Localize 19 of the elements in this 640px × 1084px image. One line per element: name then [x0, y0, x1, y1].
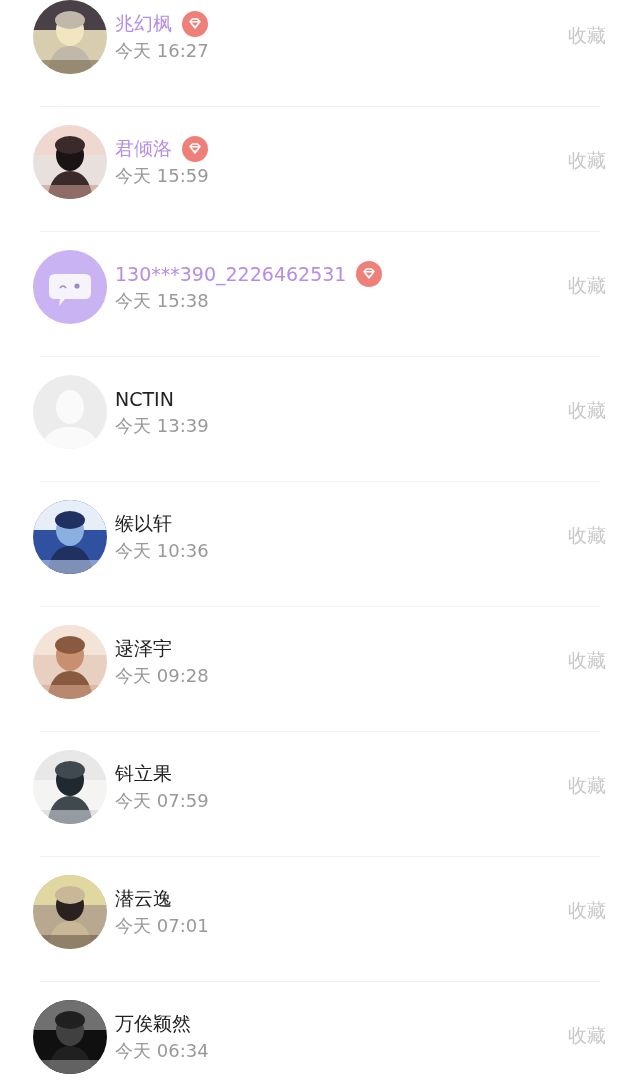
- visit-time: 今天 07:01: [115, 914, 210, 938]
- user-name: NCTIN: [115, 388, 174, 410]
- user-name: 君倾洛: [115, 136, 172, 161]
- user-name: 兆幻枫: [115, 11, 172, 36]
- visit-time: 今天 15:59: [115, 164, 210, 188]
- user-name: 潜云逸: [115, 886, 172, 911]
- user-name: 130***390_2226462531: [115, 263, 347, 285]
- visit-time: 今天 16:27: [115, 39, 210, 63]
- visit-time: 今天 13:39: [115, 414, 210, 438]
- user-name: 万俟颖然: [115, 1011, 191, 1036]
- user-name: 逯泽宇: [115, 636, 172, 661]
- visit-time: 今天 09:28: [115, 664, 210, 688]
- visit-time: 今天 06:34: [115, 1039, 210, 1063]
- visit-time: 今天 10:36: [115, 539, 210, 563]
- user-name: 缑以轩: [115, 511, 172, 536]
- visit-time: 今天 07:59: [115, 789, 210, 813]
- user-name: 钭立果: [115, 761, 172, 786]
- chat-bubble-icon: [33, 250, 107, 324]
- visit-time: 今天 15:38: [115, 289, 210, 313]
